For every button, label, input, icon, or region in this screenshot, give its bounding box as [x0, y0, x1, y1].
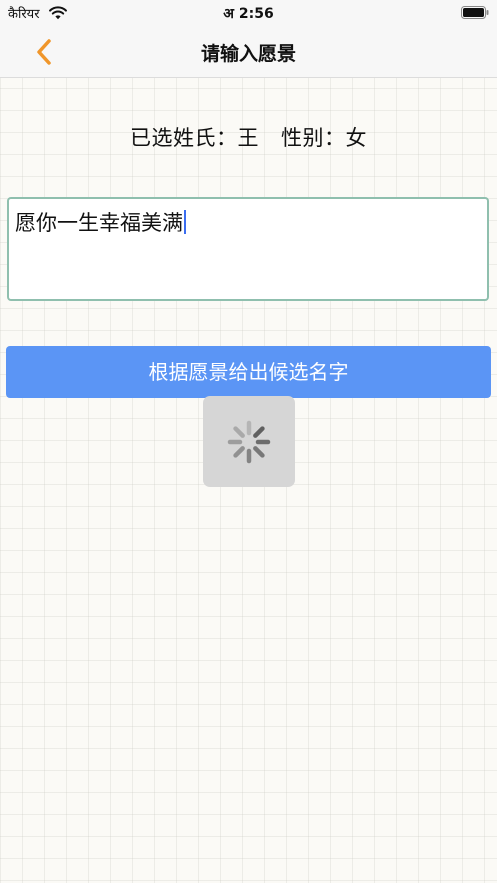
surname-value: 王: [237, 126, 259, 150]
status-time: अ 2:56: [223, 6, 274, 22]
loading-indicator: [203, 396, 295, 487]
navigation-bar: 请输入愿景: [0, 26, 497, 78]
gender-value: 女: [345, 126, 367, 150]
battery-icon: [461, 6, 489, 19]
activity-spinner-icon: [227, 420, 271, 464]
spinner-spoke: [233, 426, 245, 438]
text-caret: [184, 210, 186, 234]
spinner-spoke: [253, 426, 265, 438]
page-title: 请输入愿景: [200, 43, 296, 65]
generate-names-button[interactable]: 根据愿景给出候选名字: [6, 346, 491, 398]
gender-label: 性别：: [281, 126, 346, 150]
spinner-spoke: [253, 446, 265, 458]
wish-text-field[interactable]: 愿你一生幸福美满: [7, 197, 489, 301]
surname-label: 已选姓氏：: [130, 126, 238, 150]
wish-text-value: 愿你一生幸福美满: [15, 207, 186, 237]
status-bar: कैरियर अ 2:56: [0, 0, 497, 26]
spinner-spoke: [233, 446, 245, 458]
selection-summary: 已选姓氏：王 性别：女: [0, 122, 497, 152]
wish-text-content: 愿你一生幸福美满: [15, 211, 183, 235]
